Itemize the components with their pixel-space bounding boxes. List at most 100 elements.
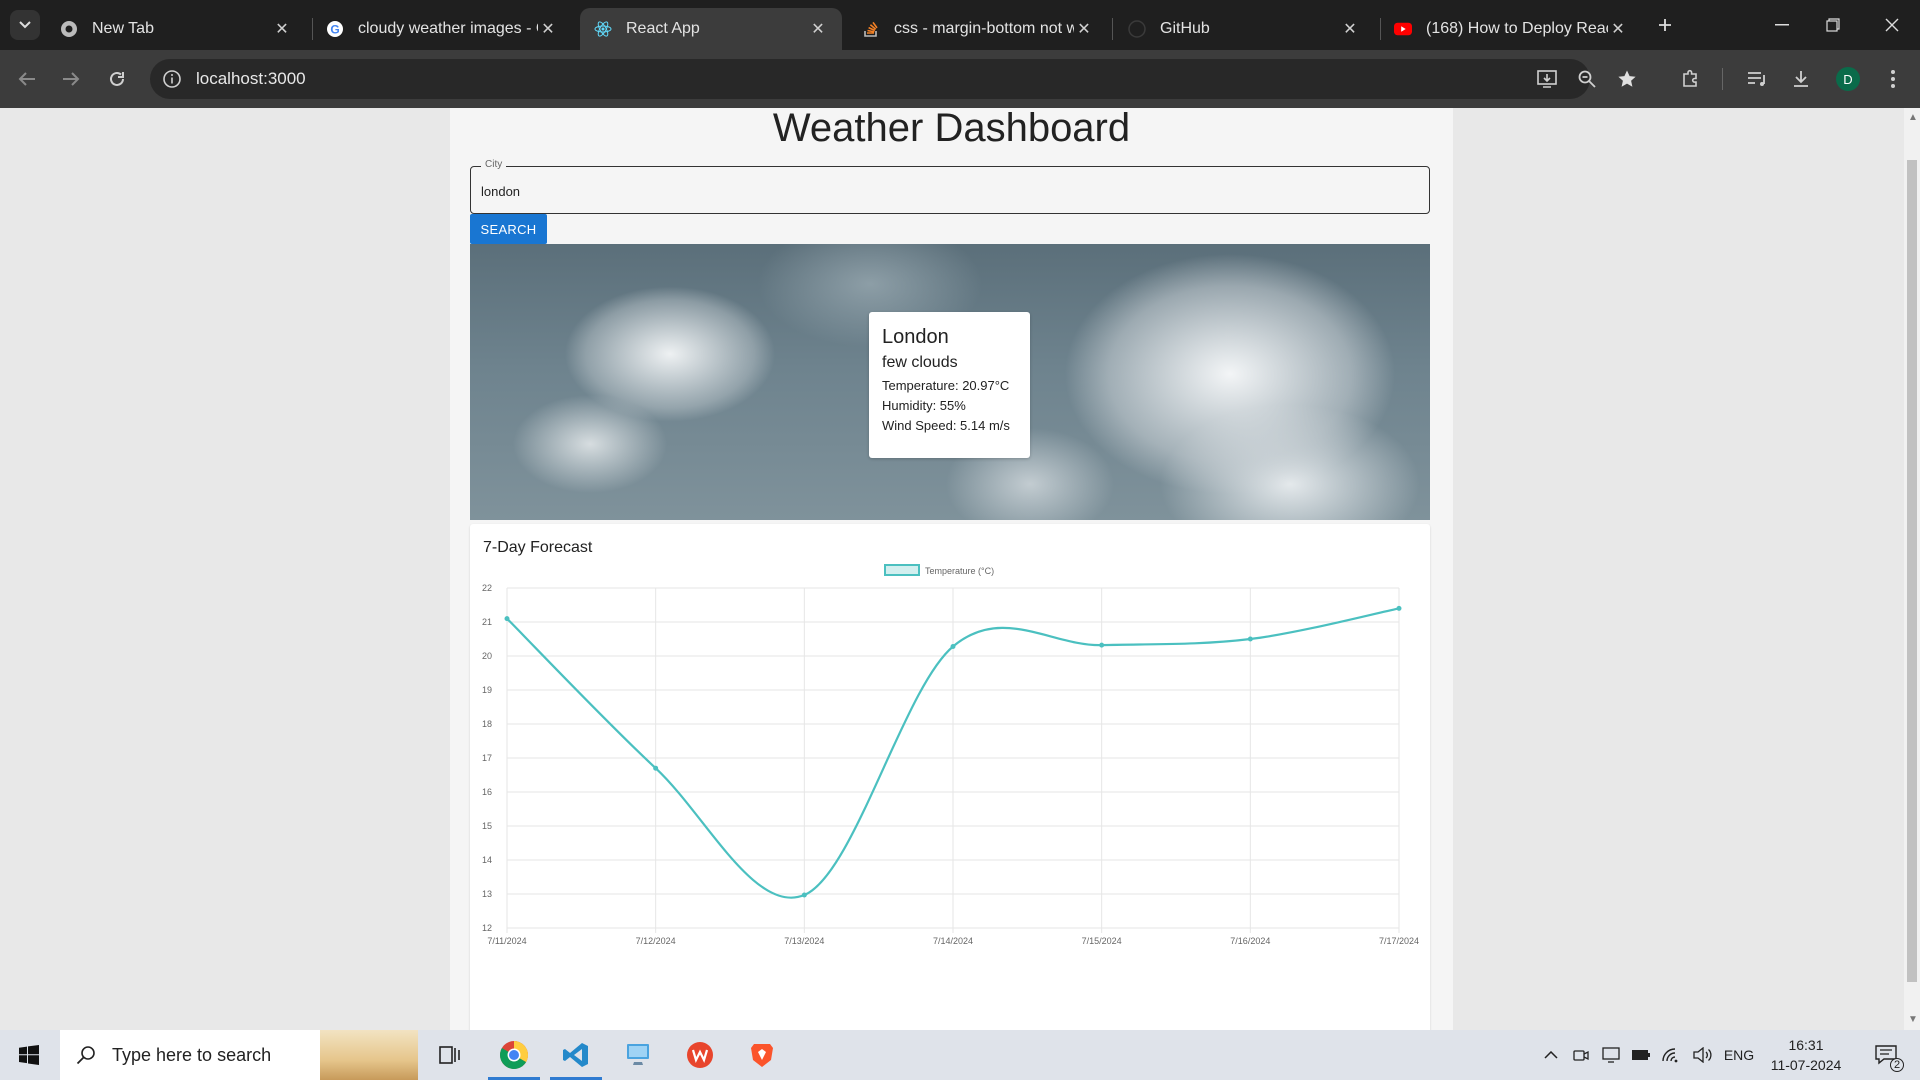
tab-cloudy-weather-images[interactable]: G cloudy weather images - G ✕ — [312, 8, 572, 50]
y-tick-label: 13 — [482, 889, 492, 899]
x-tick-label: 7/15/2024 — [1082, 936, 1122, 946]
tab-github[interactable]: GitHub ✕ — [1114, 8, 1374, 50]
weather-wind-speed: Wind Speed: 5.14 m/s — [882, 418, 1010, 433]
toolbar-divider — [1722, 68, 1723, 90]
taskbar-clock[interactable]: 16:31 11-07-2024 — [1766, 1035, 1846, 1075]
chrome-icon — [500, 1041, 528, 1069]
tray-meet-now[interactable] — [1570, 1045, 1592, 1065]
minimize-button[interactable] — [1754, 0, 1810, 50]
close-window-button[interactable] — [1864, 0, 1920, 50]
tab-css-margin-bottom[interactable]: css - margin-bottom not w ✕ — [848, 8, 1108, 50]
task-view-icon — [439, 1046, 460, 1064]
task-view-button[interactable] — [420, 1030, 480, 1080]
scroll-up-arrow[interactable]: ▲ — [1908, 113, 1918, 123]
taskbar-vscode[interactable] — [546, 1030, 606, 1080]
legend-swatch — [884, 564, 920, 576]
x-tick-label: 7/14/2024 — [933, 936, 973, 946]
tray-display[interactable] — [1600, 1045, 1622, 1065]
weather-humidity: Humidity: 55% — [882, 398, 966, 413]
weather-city: London — [882, 326, 949, 348]
tab-title: GitHub — [1160, 20, 1210, 37]
new-tab-button[interactable] — [1650, 10, 1680, 40]
search-icon — [76, 1046, 95, 1065]
taskbar-chrome[interactable] — [484, 1030, 544, 1080]
taskbar-search-placeholder: Type here to search — [112, 1044, 272, 1065]
scrollbar-thumb[interactable] — [1907, 160, 1917, 982]
tab-separator — [1112, 18, 1113, 40]
tray-language[interactable]: ENG — [1722, 1045, 1756, 1065]
bookmark-button[interactable] — [1612, 64, 1642, 94]
install-app-button[interactable] — [1532, 64, 1562, 94]
data-point — [801, 892, 807, 898]
google-icon: G — [326, 20, 344, 38]
url-text[interactable]: localhost:3000 — [196, 69, 306, 89]
scroll-down-arrow[interactable]: ▼ — [1908, 1015, 1918, 1025]
tray-wifi[interactable] — [1660, 1045, 1682, 1065]
minimize-icon — [1775, 24, 1789, 26]
playlist-icon — [1748, 72, 1765, 86]
chevron-up-icon — [1544, 1051, 1558, 1059]
address-bar[interactable]: localhost:3000 — [150, 59, 1590, 99]
forward-button[interactable] — [56, 64, 86, 94]
taskbar-search-box[interactable]: Type here to search — [60, 1030, 418, 1080]
site-info-icon[interactable] — [162, 69, 182, 89]
x-tick-label: 7/16/2024 — [1230, 936, 1270, 946]
close-tab-icon[interactable]: ✕ — [808, 19, 828, 39]
chrome-menu-button[interactable] — [1878, 64, 1908, 94]
clock-date: 11-07-2024 — [1770, 1057, 1842, 1073]
speaker-icon — [1693, 1047, 1712, 1063]
x-tick-label: 7/12/2024 — [636, 936, 676, 946]
close-tab-icon[interactable]: ✕ — [1074, 19, 1094, 39]
arrow-right-icon — [63, 72, 80, 86]
chrome-icon — [60, 20, 78, 38]
stackoverflow-icon — [862, 20, 880, 38]
close-tab-icon[interactable]: ✕ — [1340, 19, 1360, 39]
taskbar-pc-app[interactable] — [608, 1030, 668, 1080]
city-field[interactable]: City — [470, 159, 1430, 214]
profile-avatar[interactable]: D — [1836, 67, 1860, 91]
tab-search-button[interactable] — [10, 10, 40, 40]
tray-battery[interactable] — [1630, 1045, 1652, 1065]
tab-youtube-deploy-react[interactable]: (168) How to Deploy React ✕ — [1380, 8, 1642, 50]
taskbar-brave[interactable] — [732, 1030, 792, 1080]
tab-title: New Tab — [92, 20, 154, 37]
notification-center-button[interactable]: 2 — [1866, 1040, 1906, 1072]
reload-button[interactable] — [102, 64, 132, 94]
y-tick-label: 16 — [482, 787, 492, 797]
taskbar-wps-office[interactable] — [670, 1030, 730, 1080]
close-tab-icon[interactable]: ✕ — [538, 19, 558, 39]
data-point — [1247, 636, 1253, 642]
search-button[interactable]: SEARCH — [470, 214, 547, 244]
tray-volume[interactable] — [1690, 1045, 1714, 1065]
city-input[interactable] — [481, 181, 1411, 201]
extensions-button[interactable] — [1676, 64, 1706, 94]
github-icon — [1128, 20, 1146, 38]
weather-temperature: Temperature: 20.97°C — [882, 378, 1010, 393]
search-highlight-image — [320, 1030, 418, 1080]
puzzle-icon — [1683, 69, 1697, 87]
tab-title: React App — [626, 20, 700, 37]
install-icon — [1537, 70, 1557, 88]
weather-background-image: London few clouds Temperature: 20.97°C H… — [470, 244, 1430, 520]
y-tick-label: 17 — [482, 753, 492, 763]
start-button[interactable] — [0, 1030, 58, 1080]
vscode-icon — [563, 1043, 588, 1067]
y-tick-label: 22 — [482, 583, 492, 593]
downloads-button[interactable] — [1786, 64, 1816, 94]
tab-react-app[interactable]: React App ✕ — [580, 8, 842, 50]
back-button[interactable] — [12, 64, 42, 94]
page-scrollbar[interactable]: ▲ ▼ — [1904, 108, 1920, 1030]
y-tick-label: 21 — [482, 617, 492, 627]
close-tab-icon[interactable]: ✕ — [1608, 19, 1628, 39]
tab-new-tab[interactable]: New Tab ✕ — [46, 8, 306, 50]
clock-time: 16:31 — [1788, 1037, 1824, 1053]
data-point — [1396, 605, 1402, 611]
restore-button[interactable] — [1805, 0, 1861, 50]
x-tick-label: 7/17/2024 — [1379, 936, 1419, 946]
close-tab-icon[interactable]: ✕ — [272, 19, 292, 39]
zoom-button[interactable] — [1572, 64, 1602, 94]
weather-app: Weather Dashboard City SEARCH London few… — [450, 108, 1453, 1030]
show-hidden-icons-button[interactable] — [1540, 1045, 1562, 1065]
media-controls-button[interactable] — [1742, 64, 1772, 94]
download-icon — [1794, 71, 1808, 87]
